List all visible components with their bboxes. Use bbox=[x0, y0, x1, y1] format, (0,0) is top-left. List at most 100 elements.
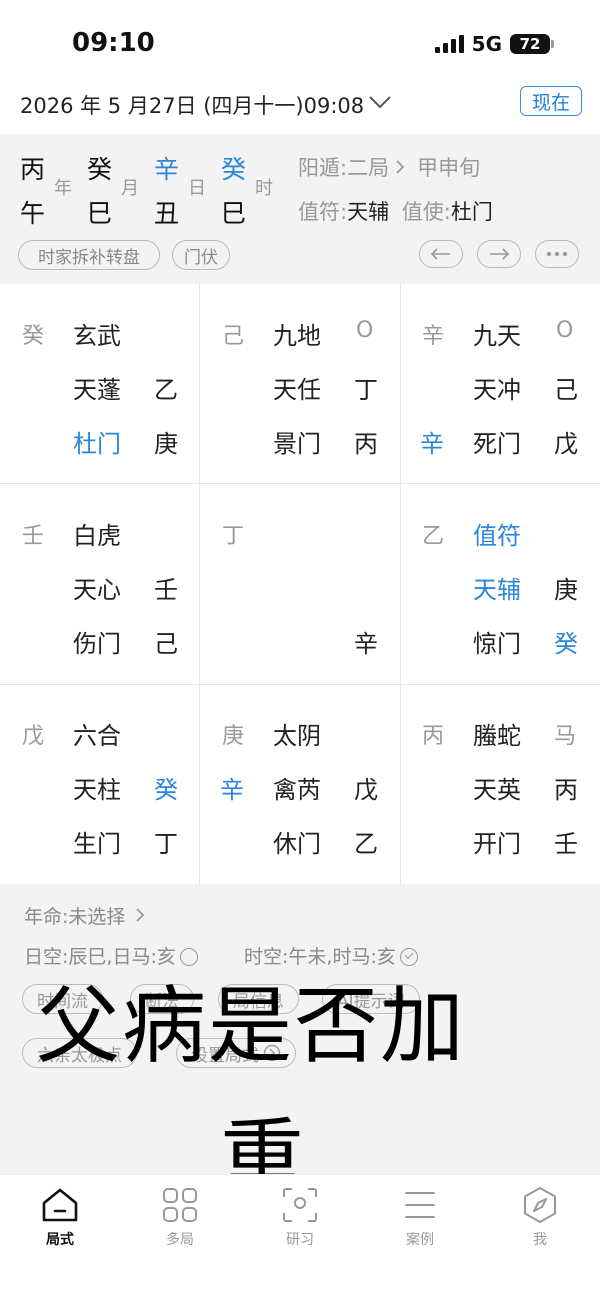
palace-door: 惊门 bbox=[473, 630, 521, 658]
palace-dui[interactable]: 乙 值符 天辅 庚 惊门 癸 bbox=[400, 484, 600, 684]
palace-li[interactable]: 己 九地 O 天任 丁 景门 丙 bbox=[200, 284, 400, 484]
tab-anli-label: 案例 bbox=[406, 1232, 434, 1248]
palace-star: 天心 bbox=[73, 576, 121, 604]
palace-door: 杜门 bbox=[73, 430, 121, 458]
menfu-chip[interactable]: 门伏 bbox=[172, 240, 230, 270]
palace-god: 值符 bbox=[473, 522, 521, 550]
palace-qian[interactable]: 丙 螣蛇 马 天英 丙 开门 壬 bbox=[400, 684, 600, 884]
palace-kun[interactable]: 辛 九天 O 天冲 己 辛 死门 戊 bbox=[400, 284, 600, 484]
tab-anli[interactable]: 案例 bbox=[360, 1185, 480, 1249]
tab-ju-label: 局式 bbox=[46, 1232, 74, 1248]
palace-grid: 癸 玄武 天蓬 乙 杜门 庚 己 九地 O 天任 丁 景门 丙 辛 九天 O 天… bbox=[0, 284, 600, 884]
palace-center[interactable]: 丁 辛 bbox=[200, 484, 400, 684]
hour-branch: 巳 bbox=[221, 199, 247, 228]
palace-star: 天柱 bbox=[73, 776, 121, 804]
more-icon bbox=[546, 251, 568, 257]
palace-star: 天蓬 bbox=[73, 376, 121, 404]
palace-star: 天任 bbox=[273, 376, 321, 404]
list-icon bbox=[405, 1192, 435, 1218]
palace-god: 太阴 bbox=[273, 722, 321, 750]
palace-hidden-stem: 辛 bbox=[354, 630, 378, 658]
palace-door: 死门 bbox=[473, 430, 521, 458]
day-pillar: 辛 丑 bbox=[154, 148, 179, 236]
palace-star: 禽芮 bbox=[273, 776, 321, 804]
chevron-down-icon[interactable] bbox=[368, 94, 392, 110]
palace-door: 景门 bbox=[273, 430, 321, 458]
palace-gen[interactable]: 戊 六合 天柱 癸 生门 丁 bbox=[0, 684, 200, 884]
palace-hidden-stem: 丙 bbox=[354, 430, 378, 458]
year-branch: 午 bbox=[20, 199, 46, 228]
shikong-info[interactable]: 时空:午未,时马:亥 bbox=[244, 942, 418, 969]
palace-door: 休门 bbox=[273, 830, 321, 858]
prev-button[interactable] bbox=[419, 240, 463, 268]
chevron-right-icon bbox=[136, 908, 145, 922]
now-button[interactable]: 现在 bbox=[520, 86, 582, 116]
palace-hidden-stem: 癸 bbox=[554, 630, 578, 658]
year-stem: 丙 bbox=[20, 155, 46, 184]
grid-icon bbox=[163, 1188, 197, 1222]
battery-icon: 72 bbox=[510, 34, 554, 54]
palace-kan[interactable]: 庚 太阴 辛 禽芮 戊 休门 乙 bbox=[200, 684, 400, 884]
palace-earth-stem: 癸 bbox=[22, 324, 45, 349]
palace-hidden-stem: 丁 bbox=[154, 830, 178, 858]
shikong-label: 时空:午未,时马:亥 bbox=[244, 946, 396, 968]
day-branch: 丑 bbox=[154, 199, 180, 228]
palace-heaven-stem: 丙 bbox=[554, 776, 578, 804]
day-label: 日 bbox=[188, 178, 206, 199]
palace-hidden-stem: 乙 bbox=[354, 830, 378, 858]
method-chip[interactable]: 时家拆补转盘 bbox=[18, 240, 160, 270]
palace-god: 螣蛇 bbox=[473, 722, 521, 750]
year-label: 年 bbox=[54, 178, 72, 199]
check-circle-icon[interactable] bbox=[399, 948, 418, 966]
rikong-info[interactable]: 日空:辰巳,日马:亥 bbox=[24, 942, 198, 969]
chevron-right-icon bbox=[396, 160, 405, 174]
palace-heaven-stem: 乙 bbox=[154, 376, 178, 404]
month-stem: 癸 bbox=[87, 155, 113, 184]
palace-hidden-stem: 戊 bbox=[554, 430, 578, 458]
palace-god: 玄武 bbox=[73, 322, 121, 350]
month-pillar: 癸 巳 bbox=[87, 148, 112, 236]
zhifu-zhishi: 值符:天辅 值使:杜门 bbox=[298, 196, 493, 226]
ju-info[interactable]: 阳遁:二局 甲申旬 bbox=[298, 152, 480, 182]
signal-icon bbox=[434, 35, 464, 53]
palace-earth-stem: 戊 bbox=[22, 724, 45, 749]
palace-star: 天辅 bbox=[473, 576, 521, 604]
palace-zhen[interactable]: 壬 白虎 天心 壬 伤门 己 bbox=[0, 484, 200, 684]
palace-door: 开门 bbox=[473, 830, 521, 858]
palace-star: 天冲 bbox=[473, 376, 521, 404]
status-time: 09:10 bbox=[72, 28, 155, 58]
tab-duoju[interactable]: 多局 bbox=[120, 1185, 240, 1249]
pillar-header: 丙 午 年 癸 巳 月 辛 丑 日 癸 巳 时 阳遁:二局 甲申旬 值符:天辅 值… bbox=[0, 134, 600, 284]
tab-me[interactable]: 我 bbox=[480, 1185, 600, 1249]
nianming-selector[interactable]: 年命:未选择 bbox=[24, 902, 145, 929]
palace-door: 伤门 bbox=[73, 630, 121, 658]
status-indicators: 5G 72 bbox=[434, 32, 554, 56]
palace-earth-stem: 壬 bbox=[22, 524, 45, 549]
palace-xun[interactable]: 癸 玄武 天蓬 乙 杜门 庚 bbox=[0, 284, 200, 484]
datetime-picker[interactable]: 2026 年 5 月27日 (四月十一)09:08 bbox=[20, 90, 364, 120]
overlay-question-line1: 父病是否加 bbox=[36, 977, 467, 1075]
scan-icon bbox=[283, 1188, 317, 1222]
status-bar: 09:10 5G 72 bbox=[0, 0, 600, 86]
palace-earth-stem: 辛 bbox=[422, 324, 445, 349]
zhishi-value: 杜门 bbox=[450, 200, 493, 224]
palace-kong-mark: O bbox=[556, 318, 574, 343]
next-button[interactable] bbox=[477, 240, 521, 268]
tab-me-label: 我 bbox=[533, 1232, 547, 1248]
bottom-tab-bar: 局式 多局 研习 案例 我 bbox=[0, 1174, 600, 1300]
nianming-label: 年命:未选择 bbox=[24, 906, 126, 928]
palace-god: 九天 bbox=[473, 322, 521, 350]
day-stem: 辛 bbox=[154, 155, 180, 184]
zhishi-label: 值使: bbox=[401, 200, 451, 224]
tab-ju[interactable]: 局式 bbox=[0, 1185, 120, 1249]
hour-stem: 癸 bbox=[221, 155, 247, 184]
tab-yanxi[interactable]: 研习 bbox=[240, 1185, 360, 1249]
radio-icon[interactable] bbox=[179, 948, 198, 966]
palace-earth-stem: 庚 bbox=[222, 724, 245, 749]
more-button[interactable] bbox=[535, 240, 579, 268]
palace-heaven-stem: 庚 bbox=[554, 576, 578, 604]
year-pillar: 丙 午 bbox=[20, 148, 45, 236]
date-row: 2026 年 5 月27日 (四月十一)09:08 现在 bbox=[0, 86, 600, 134]
palace-door: 生门 bbox=[73, 830, 121, 858]
palace-day-stem-mark: 辛 bbox=[420, 430, 444, 458]
